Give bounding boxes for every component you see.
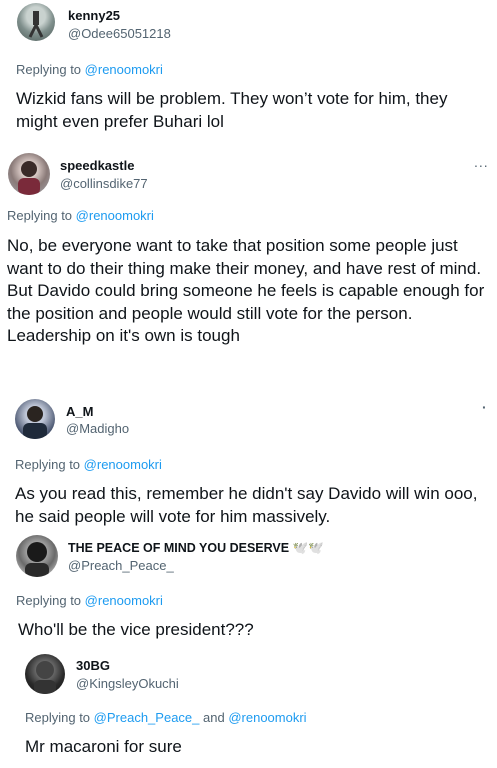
- tweet-text: As you read this, remember he didn't say…: [15, 484, 478, 526]
- mention-link[interactable]: @renoomokri: [84, 457, 162, 472]
- person-photo-icon: [23, 406, 47, 439]
- handle[interactable]: @Preach_Peace_: [68, 558, 174, 573]
- avatar[interactable]: [15, 399, 55, 439]
- tweet-30bg[interactable]: 30BG @KingsleyOkuchi Replying to @Preach…: [0, 648, 497, 768]
- replying-prefix: Replying to: [16, 593, 82, 608]
- avatar[interactable]: [16, 535, 58, 577]
- replying-joiner: and: [203, 710, 225, 725]
- person-photo-icon: [25, 542, 49, 577]
- replying-prefix: Replying to: [7, 208, 73, 223]
- replying-to: Replying to @renoomokri: [16, 593, 163, 608]
- mention-link[interactable]: @renoomokri: [228, 710, 306, 725]
- username[interactable]: 30BG: [76, 658, 110, 673]
- avatar[interactable]: [17, 3, 55, 41]
- username[interactable]: THE PEACE OF MIND YOU DESERVE 🕊️🕊️: [68, 541, 324, 556]
- person-silhouette-icon: [28, 11, 44, 38]
- tweet-text: Who'll be the vice president???: [18, 620, 254, 639]
- username[interactable]: kenny25: [68, 8, 120, 23]
- avatar[interactable]: [25, 654, 65, 694]
- handle[interactable]: @KingsleyOkuchi: [76, 676, 179, 691]
- person-photo-icon: [18, 161, 40, 195]
- mention-link[interactable]: @renoomokri: [85, 62, 163, 77]
- tweet-speedkastle[interactable]: speedkastle @collinsdike77 ... Replying …: [0, 150, 497, 382]
- mention-link[interactable]: @renoomokri: [76, 208, 154, 223]
- username[interactable]: speedkastle: [60, 158, 134, 173]
- replying-to: Replying to @Preach_Peace_ and @renoomok…: [25, 710, 307, 725]
- replying-to: Replying to @renoomokri: [16, 62, 163, 77]
- handle[interactable]: @Odee65051218: [68, 26, 171, 41]
- handle[interactable]: @Madigho: [66, 421, 129, 436]
- replying-prefix: Replying to: [25, 710, 91, 725]
- tweet-text: No, be everyone want to take that positi…: [7, 236, 485, 345]
- replying-prefix: Replying to: [16, 62, 82, 77]
- tweet-a-m[interactable]: A_M @Madigho · Replying to @renoomokri A…: [0, 393, 497, 533]
- tweet-kenny25[interactable]: kenny25 @Odee65051218 Replying to @renoo…: [0, 0, 497, 150]
- tweet-text: Wizkid fans will be problem. They won’t …: [16, 89, 448, 131]
- avatar[interactable]: [8, 153, 50, 195]
- replying-prefix: Replying to: [15, 457, 81, 472]
- person-photo-icon: [34, 661, 56, 694]
- tweet-preach-peace[interactable]: THE PEACE OF MIND YOU DESERVE 🕊️🕊️ @Prea…: [0, 533, 497, 648]
- replying-to: Replying to @renoomokri: [7, 208, 154, 223]
- more-options-icon[interactable]: ...: [474, 154, 489, 170]
- more-options-icon[interactable]: ·: [482, 399, 488, 415]
- handle[interactable]: @collinsdike77: [60, 176, 148, 191]
- mention-link[interactable]: @Preach_Peace_: [94, 710, 200, 725]
- mention-link[interactable]: @renoomokri: [85, 593, 163, 608]
- username[interactable]: A_M: [66, 404, 93, 419]
- tweet-text: Mr macaroni for sure: [25, 737, 182, 756]
- replying-to: Replying to @renoomokri: [15, 457, 162, 472]
